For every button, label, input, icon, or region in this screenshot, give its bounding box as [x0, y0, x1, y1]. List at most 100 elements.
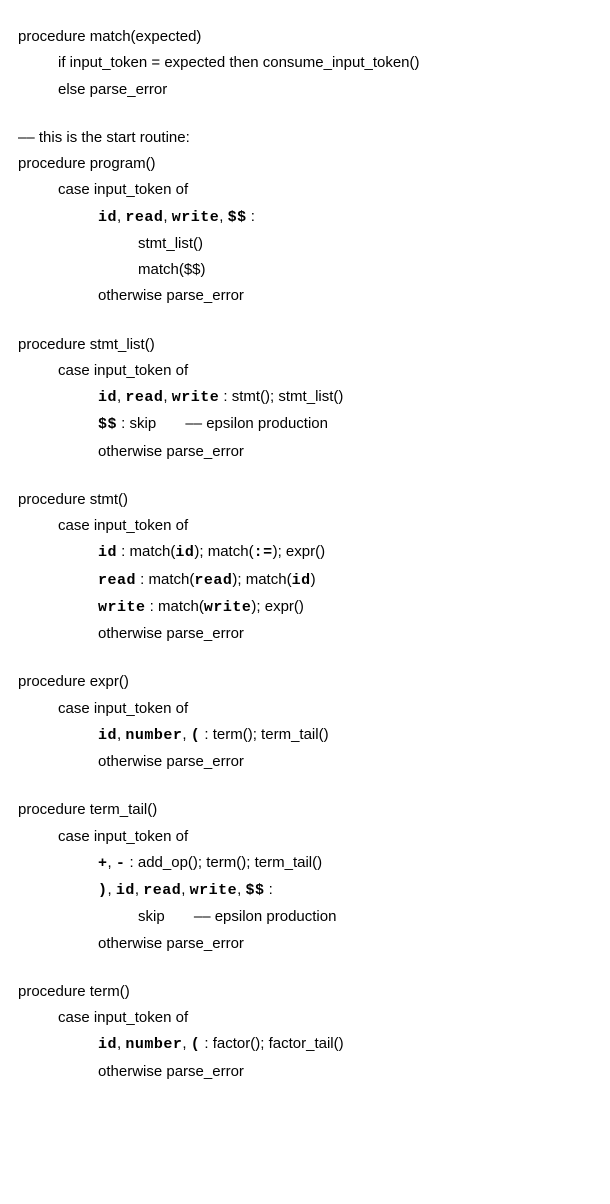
blank-line: [18, 465, 592, 487]
proc-stmtlist-l2: $$ : skip –– epsilon production: [18, 411, 592, 438]
tok-id: id: [98, 544, 117, 561]
proc-stmt-l3: write : match(write); expr(): [18, 594, 592, 621]
text: token of: [135, 1009, 188, 1026]
tok-write: write: [172, 209, 220, 226]
sep: ,: [108, 881, 116, 898]
proc-stmtlist-l1: id, read, write : stmt(); stmt_list(): [18, 384, 592, 411]
tok-lparen: (: [191, 727, 201, 744]
text: input: [332, 54, 365, 71]
underscore: _: [307, 388, 315, 405]
text: list(): [126, 336, 154, 353]
text: : match(: [146, 598, 204, 615]
text: case input: [58, 1009, 126, 1026]
text: tail(): [128, 801, 157, 818]
underscore: _: [285, 854, 293, 871]
underscore: _: [204, 287, 212, 304]
underscore: _: [204, 935, 212, 952]
comment-start: –– this is the start routine:: [18, 125, 592, 151]
text: else parse: [58, 81, 127, 98]
text: procedure stmt: [18, 336, 118, 353]
proc-stmt-header: procedure stmt(): [18, 487, 592, 513]
text: error: [212, 753, 244, 770]
text: : stmt(); stmt: [219, 388, 307, 405]
text: error: [212, 935, 244, 952]
proc-termtail-l1: +, - : add_op(); term(); term_tail(): [18, 850, 592, 877]
tok-plus: +: [98, 855, 108, 872]
sep: ,: [181, 881, 189, 898]
proc-stmtlist-header: procedure stmt_list(): [18, 332, 592, 358]
text: error: [212, 1063, 244, 1080]
text: token of: [135, 362, 188, 379]
proc-expr-header: procedure expr(): [18, 669, 592, 695]
proc-stmt-otherwise: otherwise parse_error: [18, 621, 592, 647]
underscore: _: [204, 443, 212, 460]
tok-id: id: [98, 209, 117, 226]
tok-dd: $$: [98, 416, 117, 433]
sep: ,: [163, 388, 171, 405]
text: : factor(); factor: [200, 1035, 306, 1052]
text: : match(: [136, 571, 194, 588]
tok-dd: $$: [245, 882, 264, 899]
text: otherwise parse: [98, 443, 204, 460]
tok-id: id: [98, 727, 117, 744]
proc-termtail-case: case input_token of: [18, 824, 592, 850]
blank-line: [18, 775, 592, 797]
text: stmt: [138, 235, 166, 252]
tok-assign: :=: [254, 544, 273, 561]
proc-stmtlist-case: case input_token of: [18, 358, 592, 384]
proc-term-header: procedure term(): [18, 979, 592, 1005]
tok-rparen: ): [98, 882, 108, 899]
tok-lparen: (: [191, 1036, 201, 1053]
tok-id: id: [292, 572, 311, 589]
proc-match-line1: if input_token = expected then consume_i…: [18, 50, 592, 76]
underscore: _: [126, 700, 134, 717]
text: error: [212, 443, 244, 460]
tok-read: read: [125, 389, 163, 406]
tok-id: id: [116, 882, 135, 899]
underscore: _: [163, 854, 171, 871]
proc-termtail-l2: ), id, read, write, $$ :: [18, 877, 592, 904]
underscore: _: [126, 828, 134, 845]
underscore: _: [126, 1009, 134, 1026]
text: token of: [135, 828, 188, 845]
text: otherwise parse: [98, 935, 204, 952]
proc-program-otherwise: otherwise parse_error: [18, 283, 592, 309]
proc-match-header: procedure match(expected): [18, 24, 592, 50]
text: tail(): [299, 726, 328, 743]
tok-write: write: [204, 599, 252, 616]
proc-match-line2: else parse_error: [18, 77, 592, 103]
text: list(): [315, 388, 343, 405]
tok-write: write: [172, 389, 220, 406]
tok-number: number: [125, 1036, 182, 1053]
underscore: _: [127, 81, 135, 98]
blank-line: [18, 957, 592, 979]
proc-program-stmtlist: stmt_list(): [18, 231, 592, 257]
tok-number: number: [125, 727, 182, 744]
blank-line: [18, 103, 592, 125]
tok-id: id: [175, 544, 194, 561]
colon: :: [264, 881, 272, 898]
text: error: [212, 625, 244, 642]
text: otherwise parse: [98, 625, 204, 642]
text: token = expected then consume: [111, 54, 324, 71]
text: case input: [58, 700, 126, 717]
text: ): [311, 571, 316, 588]
text: list(): [175, 235, 203, 252]
text: procedure term: [18, 801, 120, 818]
text: token of: [135, 517, 188, 534]
text: ); expr(): [251, 598, 304, 615]
underscore: _: [126, 362, 134, 379]
colon: :: [247, 208, 255, 225]
proc-termtail-header: procedure term_tail(): [18, 797, 592, 823]
proc-program-tokens: id, read, write, $$ :: [18, 204, 592, 231]
text: : skip –– epsilon production: [117, 415, 328, 432]
underscore: _: [204, 1063, 212, 1080]
text: otherwise parse: [98, 287, 204, 304]
underscore: _: [166, 235, 174, 252]
tok-write: write: [98, 599, 146, 616]
proc-expr-otherwise: otherwise parse_error: [18, 749, 592, 775]
proc-term-case: case input_token of: [18, 1005, 592, 1031]
underscore: _: [204, 625, 212, 642]
proc-program-header: procedure program(): [18, 151, 592, 177]
underscore: _: [102, 54, 110, 71]
